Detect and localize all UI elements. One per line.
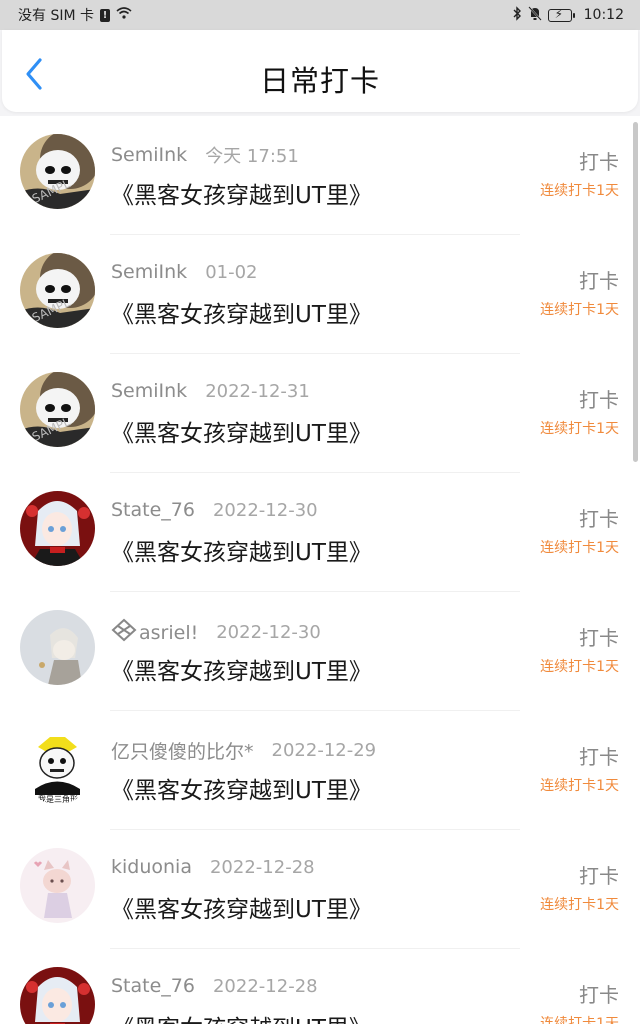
user-badge-icon [111,618,137,647]
status-right: ⚡ 10:12 [512,5,624,25]
streak-label: 连续打卡1天 [540,1016,619,1024]
username-wrap[interactable]: 亿只傻傻的比尔* [111,737,254,764]
svg-text:我是三角形: 我是三角形 [38,794,78,804]
avatar[interactable] [20,848,95,923]
streak-label: 连续打卡1天 [540,897,619,913]
user-meta: SemiInk 01-02 [111,261,258,283]
username[interactable]: kiduonia [111,856,192,878]
avatar[interactable]: SAMPL [20,134,95,209]
checkin-button[interactable]: 打卡 [579,265,619,294]
username-wrap[interactable]: SemiInk [111,380,187,402]
user-meta: SemiInk 2022-12-31 [111,380,310,402]
avatar[interactable]: SAMPL [20,253,95,328]
avatar[interactable] [20,610,95,685]
checkin-date: 2022-12-30 [212,499,318,521]
user-meta: State_76 2022-12-30 [111,499,318,521]
username[interactable]: State_76 [111,499,195,521]
user-meta: SemiInk 今天 17:51 [111,142,299,168]
mute-bell-icon [527,5,542,25]
book-title[interactable]: 《黑客女孩穿越到UT里》 [111,176,372,210]
page-header: 日常打卡 [2,30,638,112]
username[interactable]: asriel! [139,622,198,644]
list-item[interactable]: SAMPL SemiInk 01-02 《黑客女孩穿越到UT里》 打卡连续打卡1天 [0,235,640,354]
checkin-date: 2022-12-28 [209,856,315,878]
username[interactable]: SemiInk [111,380,187,402]
checkin-button[interactable]: 打卡 [579,741,619,770]
list-item[interactable]: SAMPL SemiInk 今天 17:51 《黑客女孩穿越到UT里》 打卡连续打卡1天 [0,116,640,235]
book-title[interactable]: 《黑客女孩穿越到UT里》 [111,533,372,567]
username-wrap[interactable]: State_76 [111,499,195,521]
user-meta: 亿只傻傻的比尔* 2022-12-29 [111,737,376,764]
checkin-list[interactable]: SAMPL SemiInk 今天 17:51 《黑客女孩穿越到UT里》 打卡 连续打卡1天… [0,116,640,1024]
user-meta: kiduonia 2022-12-28 [111,856,315,878]
checkin-button[interactable]: 打卡 [579,622,619,651]
status-bar: 没有 SIM 卡 ! ⚡ 10:12 [0,0,640,30]
list-item[interactable]: asriel! 2022-12-30 《黑客女孩穿越到UT里》 打卡连续打卡1天 [0,592,640,711]
list-item[interactable]: 我是三角形 亿只傻傻的比尔* 2022-12-29 《黑客女孩穿越到UT里》 打卡连续打… [0,711,640,830]
book-title[interactable]: 《黑客女孩穿越到UT里》 [111,295,372,329]
username-wrap[interactable]: SemiInk [111,261,187,283]
book-title[interactable]: 《黑客女孩穿越到UT里》 [111,890,372,924]
checkin-date: 2022-12-28 [212,975,318,997]
bluetooth-icon [512,5,522,25]
checkin-date: 2022-12-31 [205,380,310,402]
list-item[interactable]: kiduonia 2022-12-28 《黑客女孩穿越到UT里》 打卡连续打卡1天 [0,830,640,949]
battery-icon: ⚡ [547,7,575,22]
checkin-button[interactable]: 打卡 [579,503,619,532]
carrier-text: 没有 SIM 卡 [18,8,94,24]
streak-label: 连续打卡1天 [540,302,619,318]
username-wrap[interactable]: asriel! [111,618,198,647]
sim-alert-icon: ! [100,8,110,22]
page-title: 日常打卡 [259,64,380,98]
book-title[interactable]: 《黑客女孩穿越到UT里》 [111,1009,372,1024]
username[interactable]: SemiInk [111,261,187,283]
streak-label: 连续打卡1天 [540,540,619,556]
avatar[interactable] [20,967,95,1024]
list-item[interactable]: State_76 2022-12-30 《黑客女孩穿越到UT里》 打卡连续打卡1天 [0,473,640,592]
user-meta: State_76 2022-12-28 [111,975,318,997]
username-wrap[interactable]: State_76 [111,975,195,997]
avatar[interactable]: 我是三角形 [20,729,95,804]
book-title[interactable]: 《黑客女孩穿越到UT里》 [111,652,372,686]
streak-label: 连续打卡1天 [540,183,619,199]
avatar[interactable]: SAMPL [20,372,95,447]
checkin-date: 01-02 [205,261,258,283]
checkin-button[interactable]: 打卡 [579,384,619,413]
scrollbar[interactable] [633,122,638,462]
username[interactable]: State_76 [111,975,195,997]
list-item[interactable]: State_76 2022-12-28 《黑客女孩穿越到UT里》 打卡连续打卡1天 [0,949,640,1024]
list-item[interactable]: SAMPL SemiInk 2022-12-31 《黑客女孩穿越到UT里》 打卡连续打卡… [0,354,640,473]
streak-label: 连续打卡1天 [540,778,619,794]
streak-label: 连续打卡1天 [540,659,619,675]
checkin-date: 2022-12-29 [271,740,377,761]
checkin-button[interactable]: 打卡 [579,979,619,1008]
book-title[interactable]: 《黑客女孩穿越到UT里》 [111,771,372,805]
status-left: 没有 SIM 卡 ! [18,5,132,25]
username-wrap[interactable]: SemiInk [111,144,187,166]
username-wrap[interactable]: kiduonia [111,856,192,878]
checkin-button[interactable]: 打卡 [579,860,619,889]
checkin-button[interactable]: 打卡 [579,146,619,175]
avatar[interactable] [20,491,95,566]
checkin-date: 今天 17:51 [205,146,299,167]
user-meta: asriel! 2022-12-30 [111,618,321,647]
clock-text: 10:12 [583,7,624,23]
book-title[interactable]: 《黑客女孩穿越到UT里》 [111,414,372,448]
streak-label: 连续打卡1天 [540,421,619,437]
username[interactable]: SemiInk [111,144,187,166]
username[interactable]: 亿只傻傻的比尔* [111,737,254,764]
wifi-icon [116,6,132,24]
checkin-date: 2022-12-30 [216,622,321,643]
